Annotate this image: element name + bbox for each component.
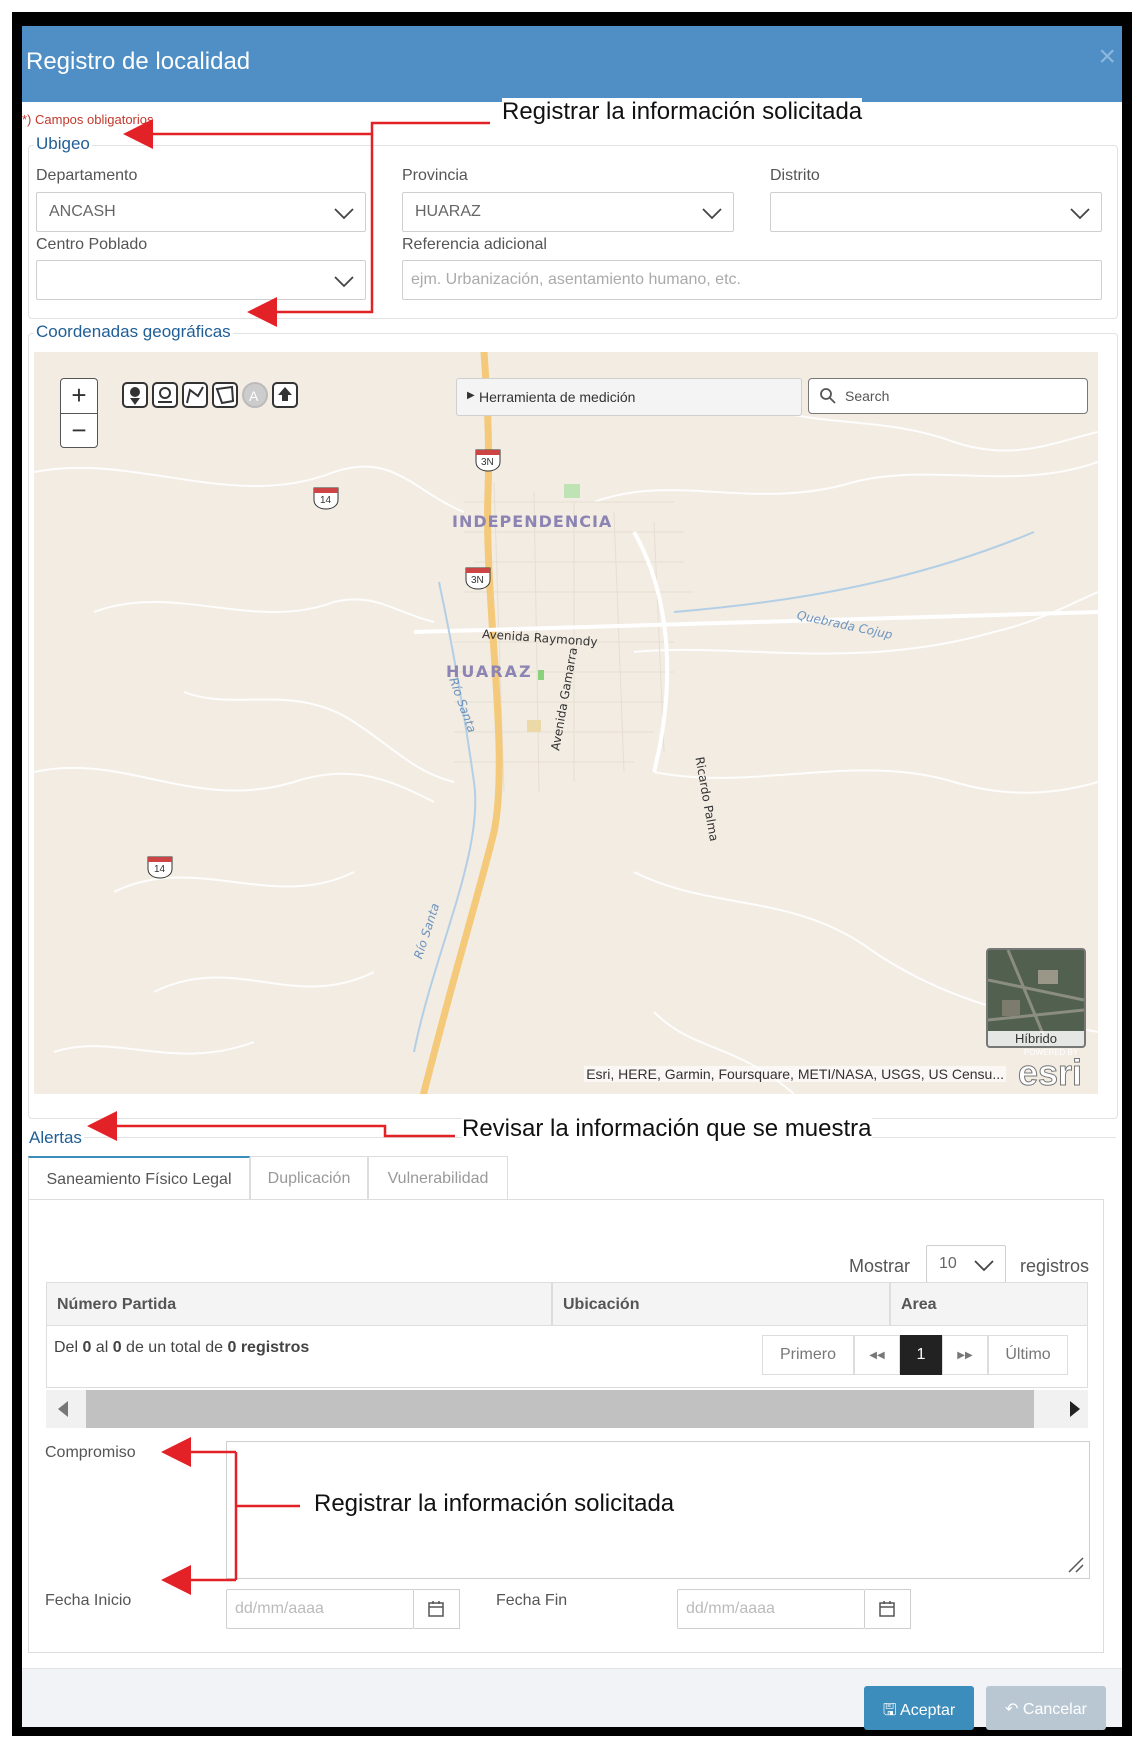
annotation-note-review: Revisar la información que se muestra	[462, 1115, 872, 1143]
annotation-note-register: Registrar la información solicitada	[502, 98, 863, 126]
annotation-arrows	[87, 119, 490, 1595]
annotation-note-register-compromiso: Registrar la información solicitada	[314, 1490, 675, 1518]
